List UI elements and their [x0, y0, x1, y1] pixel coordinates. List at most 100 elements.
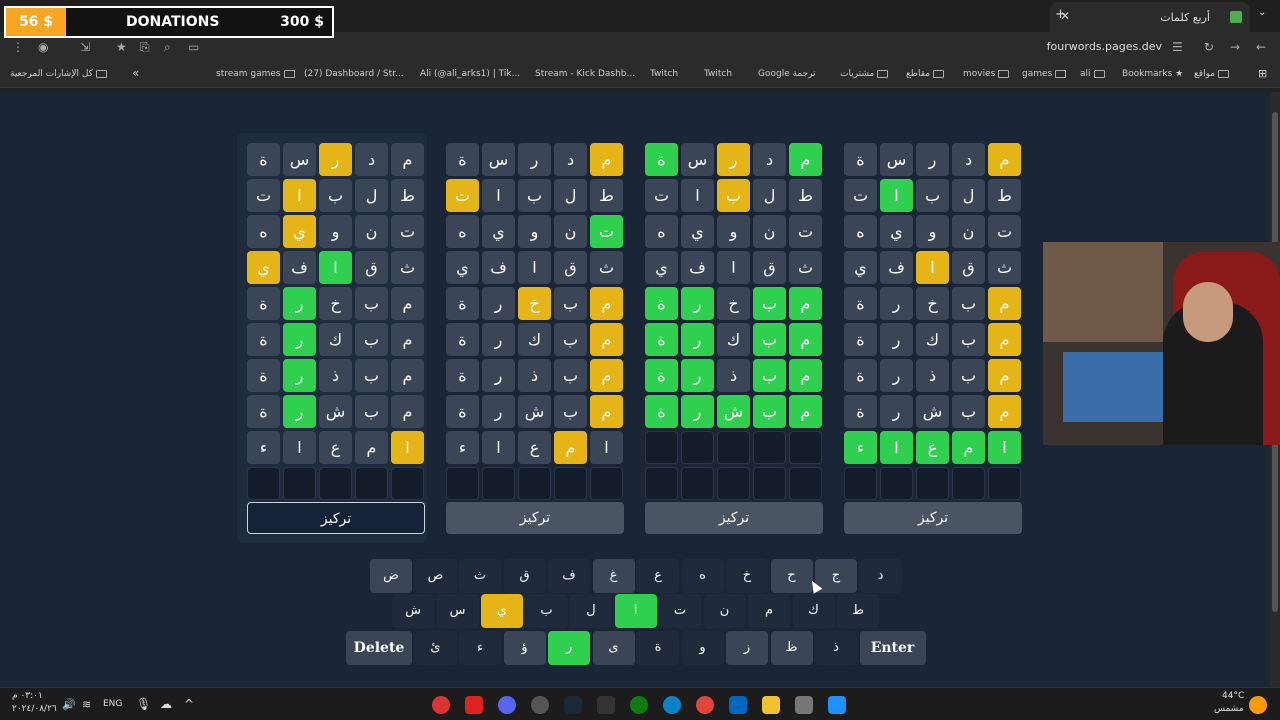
letter-key[interactable]: م	[748, 594, 790, 628]
letter-key[interactable]: ر	[548, 631, 590, 665]
all-bookmarks[interactable]: كل الإشارات المرجعية	[10, 69, 107, 79]
letter-key[interactable]: ت	[659, 594, 701, 628]
letter-key[interactable]: ا	[614, 594, 657, 628]
bookmark-dashboard[interactable]: (27) Dashboard / Str...	[304, 69, 404, 79]
chevron-icon[interactable]: «	[132, 66, 139, 80]
temperature[interactable]: 44°C	[1222, 691, 1244, 701]
sun-icon[interactable]	[1249, 696, 1267, 714]
letter-key[interactable]: ن	[703, 594, 746, 628]
focus-button[interactable]: تركيز	[844, 502, 1022, 534]
letter-key[interactable]: ط	[837, 594, 879, 628]
letter-key[interactable]: ي	[481, 594, 523, 628]
focus-button[interactable]: تركيز	[446, 502, 624, 534]
letter-key[interactable]: و	[681, 631, 724, 665]
letter-key[interactable]: ح	[770, 559, 813, 593]
letter-key[interactable]: ء	[459, 631, 501, 665]
tab-active[interactable]: أربع كلمات ✕	[1050, 2, 1250, 32]
start-icon[interactable]	[828, 696, 846, 714]
letter-key[interactable]: ف	[548, 559, 590, 593]
letter-key[interactable]: ة	[637, 631, 679, 665]
bookmark-purchases[interactable]: مشتريات	[840, 69, 889, 79]
store-icon[interactable]	[729, 696, 747, 714]
letter-key[interactable]: ث	[459, 559, 501, 593]
chrome-icon[interactable]	[696, 696, 714, 714]
cast-icon[interactable]: ▭	[188, 40, 199, 54]
letter-key[interactable]: د	[859, 559, 902, 593]
bookmark-sites[interactable]: مواقع	[1194, 69, 1230, 79]
tab-search-icon[interactable]: ⌄	[1258, 7, 1266, 18]
letter-cell: ي	[283, 215, 316, 248]
letter-key[interactable]: ز	[726, 631, 768, 665]
bookmark-google-translate[interactable]: Google ترجمة	[758, 69, 816, 79]
focus-button[interactable]: تركيز	[247, 502, 425, 534]
letter-key[interactable]: ؤ	[503, 631, 546, 665]
letter-key[interactable]: ع	[637, 559, 679, 593]
wifi-icon[interactable]: ≋	[82, 698, 91, 711]
clock-date[interactable]: ٢٠٢٤/٠٨/٢٦	[12, 704, 57, 714]
letter-key[interactable]: ك	[792, 594, 835, 628]
xbox-icon[interactable]	[630, 696, 648, 714]
focus-button[interactable]: تركيز	[645, 502, 823, 534]
delete-key[interactable]: Delete	[346, 631, 412, 665]
language-indicator[interactable]: ENG	[103, 699, 122, 709]
menu-icon[interactable]: ⋮	[12, 40, 24, 54]
letter-key[interactable]: س	[436, 594, 479, 628]
tray-chevron-icon[interactable]: ^	[184, 697, 194, 711]
letter-key[interactable]: ى	[592, 631, 635, 665]
letter-key[interactable]: ص	[414, 559, 457, 593]
bookmark-games[interactable]: games	[1022, 69, 1067, 79]
mic-icon[interactable]: 🎙	[136, 697, 151, 711]
site-settings-icon[interactable]: ☰	[1172, 40, 1183, 54]
letter-key[interactable]: ظ	[770, 631, 813, 665]
epic-icon[interactable]	[597, 696, 615, 714]
bookmark-stream-games[interactable]: stream games	[216, 69, 295, 79]
letter-key[interactable]: ش	[392, 594, 434, 628]
zoom-icon[interactable]: ⌕	[164, 40, 171, 55]
letter-key[interactable]: ل	[570, 594, 612, 628]
bookmark-kick[interactable]: Stream - Kick Dashb...	[535, 69, 635, 79]
letter-key[interactable]: ه	[681, 559, 724, 593]
pdf-icon[interactable]	[465, 696, 483, 714]
back-icon[interactable]: ←	[1256, 40, 1266, 54]
extension-icon[interactable]: ◉	[38, 40, 48, 54]
letter-key[interactable]: ق	[503, 559, 546, 593]
letter-key[interactable]: ذ	[815, 631, 857, 665]
share-icon[interactable]: ⎘	[140, 40, 150, 55]
letter-key[interactable]: غ	[592, 559, 635, 593]
bookmark-ali[interactable]: ali	[1080, 69, 1105, 79]
star-icon[interactable]: ★	[116, 40, 127, 54]
enter-key[interactable]: Enter	[859, 631, 926, 665]
letter-cell: م	[391, 143, 424, 176]
edge-icon[interactable]	[663, 696, 681, 714]
letter-key[interactable]: خ	[726, 559, 768, 593]
steam-icon[interactable]	[564, 696, 582, 714]
cloud-icon[interactable]: ☁	[160, 697, 172, 711]
letter-key[interactable]: ض	[370, 559, 412, 593]
install-icon[interactable]: ⇲	[80, 40, 90, 54]
bookmark-twitch-2[interactable]: Twitch	[704, 69, 732, 79]
bookmark-movies[interactable]: movies	[963, 69, 1010, 79]
clock-time[interactable]: ٠٣:٠١ م	[12, 691, 43, 701]
app-icon-1[interactable]	[432, 696, 450, 714]
board-2[interactable]: ةسردمتابلطهيونتيفاقثةرخبمةركبمةرذبمةرشبم…	[436, 133, 626, 543]
url-field[interactable]: fourwords.pages.dev	[1047, 40, 1162, 53]
obs-icon[interactable]	[531, 696, 549, 714]
letter-key[interactable]: ب	[525, 594, 568, 628]
task-view-icon[interactable]	[795, 696, 813, 714]
board-3[interactable]: ةسردمتابلطهيونتيفاقثةرخبمةركبمةرذبمةرشبم…	[635, 133, 825, 543]
bookmark-twitch-1[interactable]: Twitch	[650, 69, 678, 79]
volume-icon[interactable]: 🔊	[62, 698, 76, 711]
forward-icon[interactable]: →	[1230, 40, 1240, 54]
discord-icon[interactable]	[498, 696, 516, 714]
bookmark-tiktok[interactable]: Ali (@ali_arks1) | Tik...	[420, 69, 520, 79]
board-4[interactable]: ةسردمتابلطهيونتيفاقثةرخبمةركبمةرذبمةرشبم…	[834, 133, 1024, 543]
bookmark-clips[interactable]: مقاطع	[906, 69, 945, 79]
letter-key[interactable]: ئ	[414, 631, 457, 665]
weather-text[interactable]: مشمس	[1214, 704, 1244, 714]
file-explorer-icon[interactable]	[762, 696, 780, 714]
board-1[interactable]: ةسردمتابلطهيونتيفاقثةرخبمةركبمةرذبمةرشبم…	[237, 133, 427, 543]
reload-icon[interactable]: ↻	[1204, 40, 1214, 54]
bookmark-bookmarks[interactable]: Bookmarks ★	[1122, 69, 1183, 79]
apps-icon[interactable]: ⊞	[1258, 67, 1267, 80]
new-tab-button[interactable]: +	[1055, 7, 1066, 22]
